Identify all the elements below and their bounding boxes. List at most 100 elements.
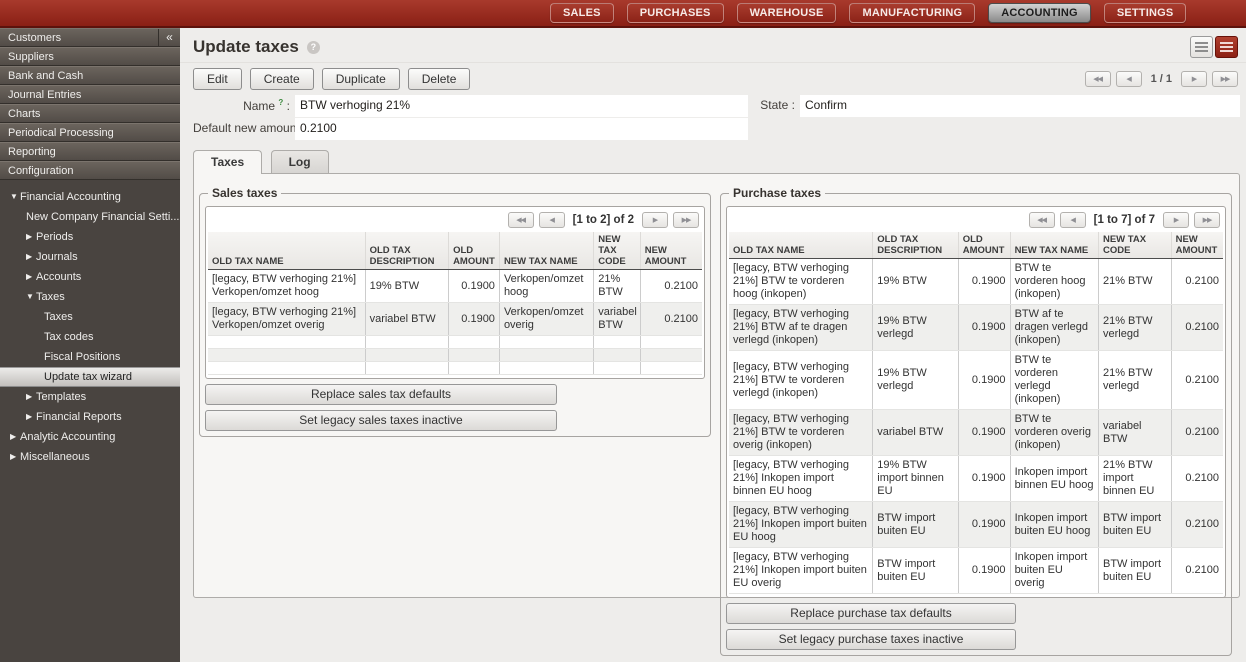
nav-sales-button[interactable]: SALES (550, 3, 614, 23)
nav-purchases-button[interactable]: PURCHASES (627, 3, 724, 23)
table-row[interactable]: [legacy, BTW verhoging 21%] BTW te vorde… (729, 351, 1223, 410)
tree-item-tax-codes[interactable]: Tax codes (0, 327, 180, 347)
sidebar-item-charts[interactable]: Charts (0, 104, 180, 123)
chevron-right-icon: ▶ (26, 267, 36, 287)
table-row[interactable]: [legacy, BTW verhoging 21%] Verkopen/omz… (208, 270, 702, 303)
column-header: OLD AMOUNT (958, 232, 1010, 259)
sales-last-page-button[interactable]: ▶▶ (673, 212, 699, 228)
default-new-amount-field: 0.2100 (295, 118, 748, 140)
table-row[interactable]: [legacy, BTW verhoging 21%] BTW te vorde… (729, 259, 1223, 305)
next-record-button[interactable]: ▶ (1181, 71, 1207, 87)
tree-item-update-tax-wizard[interactable]: Update tax wizard (0, 367, 180, 387)
cell: BTW import buiten EU (1098, 502, 1171, 548)
purchase-first-page-button[interactable]: ◀◀ (1029, 212, 1055, 228)
sidebar-item-label: Customers (8, 32, 61, 44)
tree-item-journals[interactable]: ▶Journals (0, 247, 180, 267)
record-pager: ◀◀ ◀ 1 / 1 ▶ ▶▶ (1080, 71, 1238, 87)
tree-item-periods[interactable]: ▶Periods (0, 227, 180, 247)
cell: [legacy, BTW verhoging 21%] Inkopen impo… (729, 502, 873, 548)
sidebar-item-bank-and-cash[interactable]: Bank and Cash (0, 66, 180, 85)
duplicate-button[interactable]: Duplicate (322, 68, 400, 90)
cell: 0.1900 (449, 270, 500, 303)
sales-taxes-table: OLD TAX NAME OLD TAX DESCRIPTION OLD AMO… (208, 232, 702, 375)
chevron-right-icon: ▶ (10, 427, 20, 447)
cell: 0.1900 (958, 351, 1010, 410)
cell: [legacy, BTW verhoging 21%] BTW te vorde… (729, 351, 873, 410)
purchase-taxes-legend: Purchase taxes (729, 186, 825, 200)
list-view-icon[interactable] (1190, 36, 1213, 58)
cell: 0.1900 (958, 305, 1010, 351)
nav-manufacturing-button[interactable]: MANUFACTURING (849, 3, 975, 23)
cell: BTW te vorderen verlegd (inkopen) (1010, 351, 1098, 410)
edit-button[interactable]: Edit (193, 68, 242, 90)
sales-taxes-legend: Sales taxes (208, 186, 281, 200)
cell: 0.2100 (1171, 502, 1223, 548)
table-row[interactable]: [legacy, BTW verhoging 21%] Inkopen impo… (729, 548, 1223, 594)
previous-record-button[interactable]: ◀ (1116, 71, 1142, 87)
empty-row (208, 336, 702, 349)
sidebar-item-customers[interactable]: Customers « (0, 28, 180, 47)
replace-sales-tax-defaults-button[interactable]: Replace sales tax defaults (205, 384, 557, 405)
cell: [legacy, BTW verhoging 21%] Verkopen/omz… (208, 303, 365, 336)
chevron-down-icon: ▼ (26, 287, 36, 307)
tab-taxes[interactable]: Taxes (193, 150, 262, 174)
cell: 0.1900 (958, 410, 1010, 456)
sales-first-page-button[interactable]: ◀◀ (508, 212, 534, 228)
tree-item-miscellaneous[interactable]: ▶Miscellaneous (0, 447, 180, 467)
set-legacy-sales-taxes-inactive-button[interactable]: Set legacy sales taxes inactive (205, 410, 557, 431)
cell: Verkopen/omzet overig (499, 303, 593, 336)
cell: 21% BTW verlegd (1098, 351, 1171, 410)
first-record-button[interactable]: ◀◀ (1085, 71, 1111, 87)
table-row[interactable]: [legacy, BTW verhoging 21%] Inkopen impo… (729, 502, 1223, 548)
cell: 0.1900 (449, 303, 500, 336)
cell: 0.2100 (1171, 305, 1223, 351)
sales-previous-page-button[interactable]: ◀ (539, 212, 565, 228)
purchase-last-page-button[interactable]: ▶▶ (1194, 212, 1220, 228)
sidebar-item-suppliers[interactable]: Suppliers (0, 47, 180, 66)
sales-taxes-group: Sales taxes ◀◀ ◀ [1 to 2] of 2 ▶ ▶▶ OLD … (199, 186, 711, 437)
cell: 19% BTW verlegd (873, 351, 958, 410)
table-row[interactable]: [legacy, BTW verhoging 21%] BTW te vorde… (729, 410, 1223, 456)
tree-item-templates[interactable]: ▶Templates (0, 387, 180, 407)
cell: Inkopen import binnen EU hoog (1010, 456, 1098, 502)
sidebar-collapse-icon[interactable]: « (158, 29, 180, 46)
cell: 0.2100 (640, 270, 702, 303)
cell: BTW import buiten EU (1098, 548, 1171, 594)
cell: [legacy, BTW verhoging 21%] Verkopen/omz… (208, 270, 365, 303)
purchase-next-page-button[interactable]: ▶ (1163, 212, 1189, 228)
nav-accounting-button[interactable]: ACCOUNTING (988, 3, 1091, 23)
chevron-right-icon: ▶ (26, 247, 36, 267)
nav-settings-button[interactable]: SETTINGS (1104, 3, 1187, 23)
column-header: NEW TAX NAME (499, 232, 593, 270)
sidebar-item-journal-entries[interactable]: Journal Entries (0, 85, 180, 104)
sidebar-item-reporting[interactable]: Reporting (0, 142, 180, 161)
sidebar-item-configuration[interactable]: Configuration (0, 161, 180, 180)
tree-item-new-company-financial-settings[interactable]: New Company Financial Setti... (0, 207, 180, 227)
tree-item-financial-accounting[interactable]: ▼Financial Accounting (0, 187, 180, 207)
cell: 0.2100 (1171, 259, 1223, 305)
set-legacy-purchase-taxes-inactive-button[interactable]: Set legacy purchase taxes inactive (726, 629, 1016, 650)
tree-item-analytic-accounting[interactable]: ▶Analytic Accounting (0, 427, 180, 447)
delete-button[interactable]: Delete (408, 68, 471, 90)
purchase-taxes-group: Purchase taxes ◀◀ ◀ [1 to 7] of 7 ▶ ▶▶ O… (720, 186, 1232, 656)
tree-item-taxes-group[interactable]: ▼Taxes (0, 287, 180, 307)
table-row[interactable]: [legacy, BTW verhoging 21%] BTW af te dr… (729, 305, 1223, 351)
sales-next-page-button[interactable]: ▶ (642, 212, 668, 228)
tree-item-taxes[interactable]: Taxes (0, 307, 180, 327)
notebook-tabs: Taxes Log (180, 141, 1246, 173)
form-view-icon[interactable] (1215, 36, 1238, 58)
replace-purchase-tax-defaults-button[interactable]: Replace purchase tax defaults (726, 603, 1016, 624)
table-row[interactable]: [legacy, BTW verhoging 21%] Inkopen impo… (729, 456, 1223, 502)
purchase-previous-page-button[interactable]: ◀ (1060, 212, 1086, 228)
nav-warehouse-button[interactable]: WAREHOUSE (737, 3, 837, 23)
tab-log[interactable]: Log (271, 150, 329, 173)
tree-item-fiscal-positions[interactable]: Fiscal Positions (0, 347, 180, 367)
tree-item-financial-reports[interactable]: ▶Financial Reports (0, 407, 180, 427)
tree-item-accounts[interactable]: ▶Accounts (0, 267, 180, 287)
cell: [legacy, BTW verhoging 21%] Inkopen impo… (729, 548, 873, 594)
sidebar-item-periodical-processing[interactable]: Periodical Processing (0, 123, 180, 142)
last-record-button[interactable]: ▶▶ (1212, 71, 1238, 87)
table-row[interactable]: [legacy, BTW verhoging 21%] Verkopen/omz… (208, 303, 702, 336)
configuration-tree: ▼Financial Accounting New Company Financ… (0, 180, 180, 467)
create-button[interactable]: Create (250, 68, 314, 90)
